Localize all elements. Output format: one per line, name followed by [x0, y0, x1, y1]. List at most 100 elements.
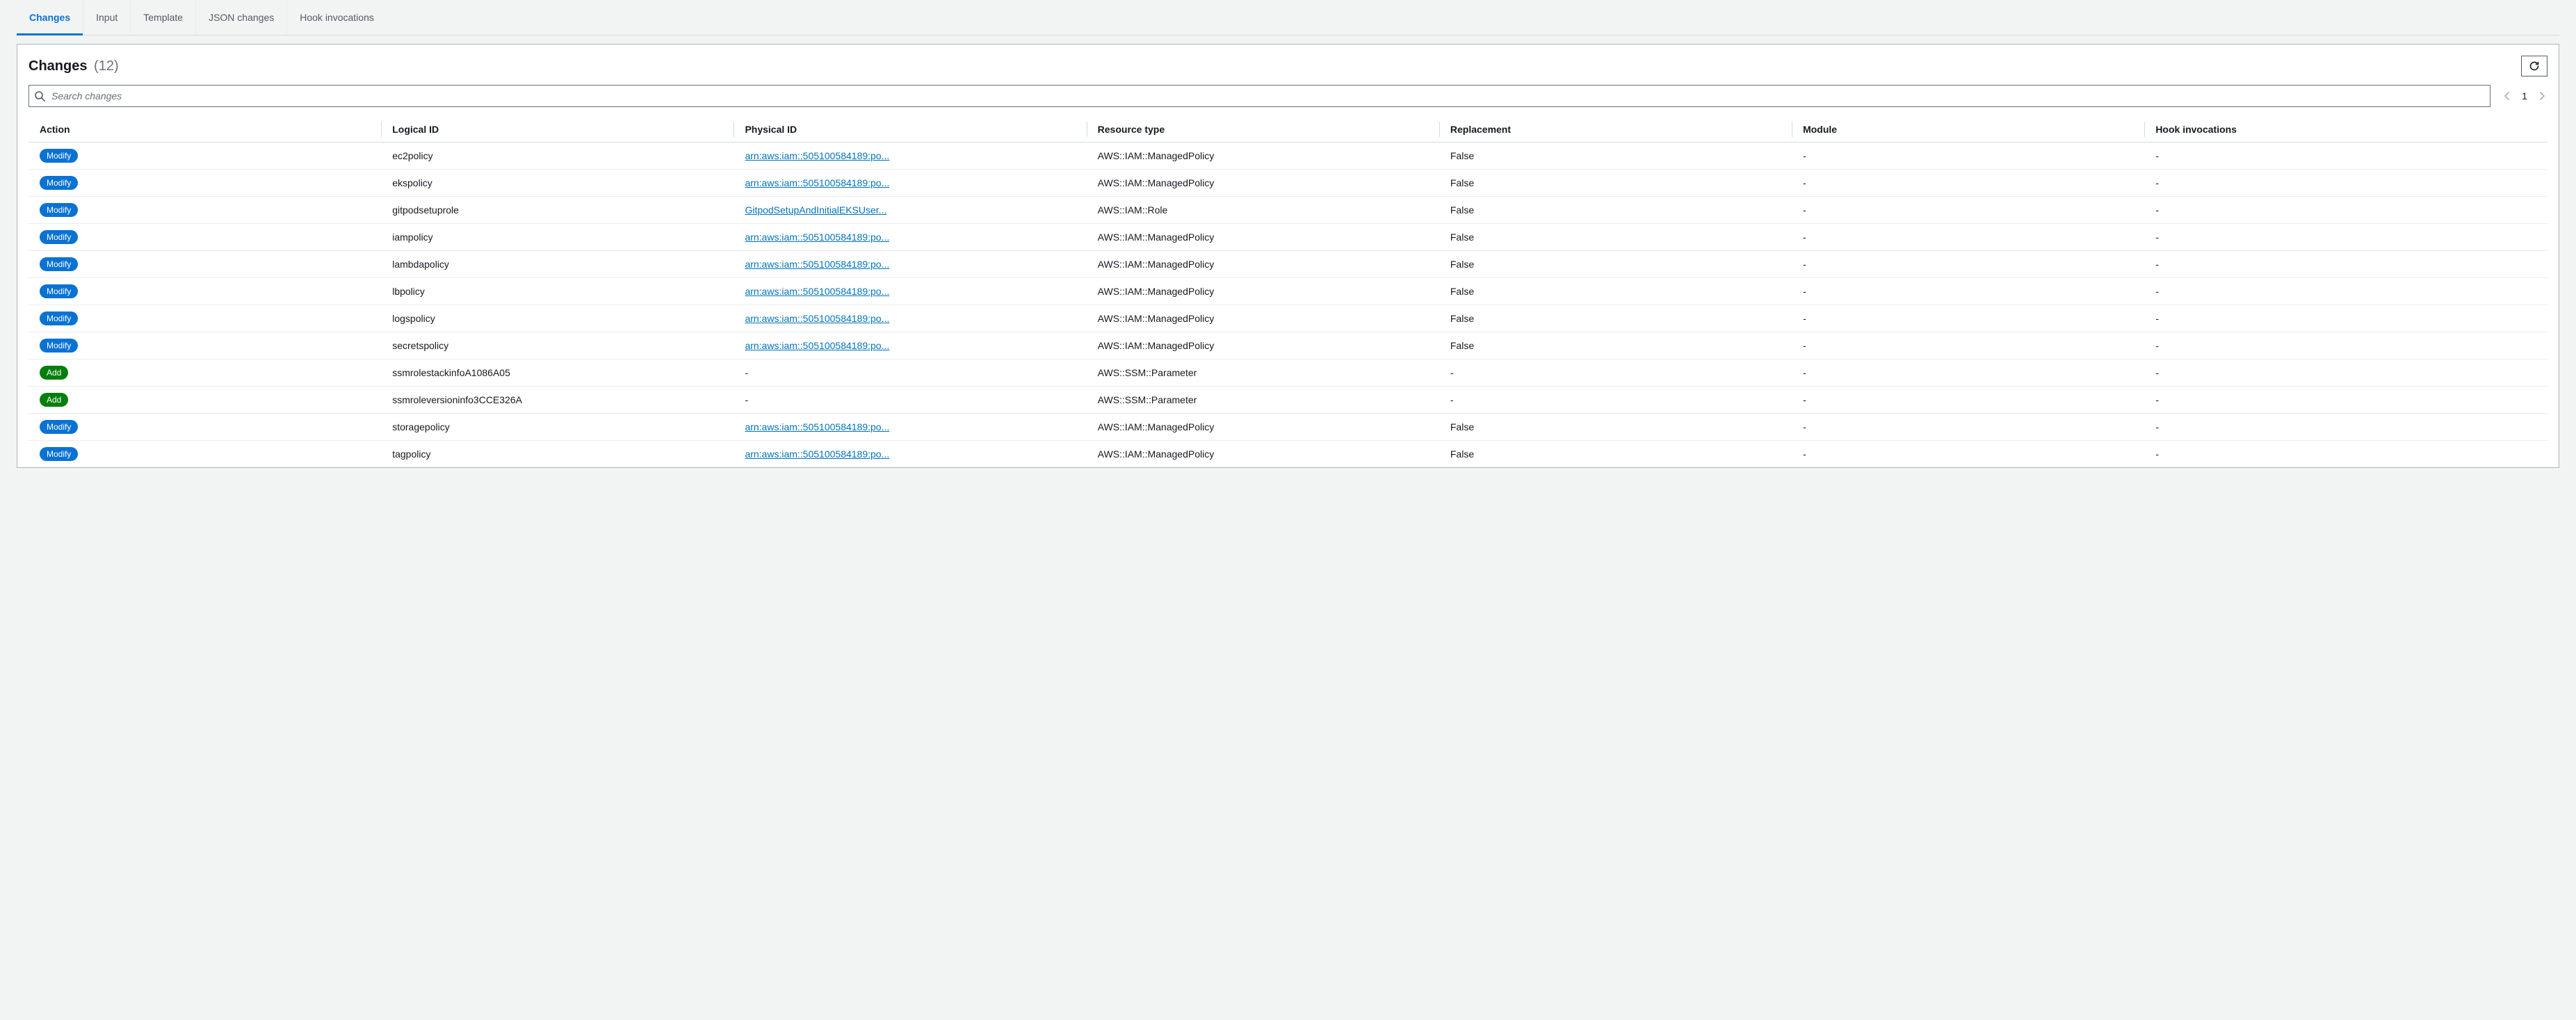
cell-module: - — [1792, 170, 2144, 197]
tab-hook-invocations[interactable]: Hook invocations — [287, 0, 387, 35]
cell-hook-invocations: - — [2144, 414, 2547, 441]
action-badge-modify: Modify — [40, 257, 78, 271]
cell-logical-id: logspolicy — [381, 305, 734, 332]
table-row: Addssmroleversioninfo3CCE326A-AWS::SSM::… — [29, 387, 2547, 414]
tab-input[interactable]: Input — [83, 0, 131, 35]
cell-resource-type: AWS::IAM::Role — [1087, 197, 1439, 224]
panel-title-text: Changes — [29, 58, 87, 74]
col-module[interactable]: Module — [1792, 117, 2144, 143]
action-badge-modify: Modify — [40, 203, 78, 217]
changes-panel: Changes (12) — [17, 44, 2559, 468]
chevron-right-icon[interactable] — [2536, 90, 2547, 102]
pagination: 1 — [2502, 90, 2547, 102]
action-badge-add: Add — [40, 366, 68, 380]
cell-logical-id: gitpodsetuprole — [381, 197, 734, 224]
action-badge-modify: Modify — [40, 176, 78, 190]
refresh-button[interactable] — [2521, 56, 2547, 76]
tab-label: Changes — [29, 12, 70, 23]
cell-module: - — [1792, 441, 2144, 468]
search-icon — [34, 90, 45, 102]
physical-id-link[interactable]: arn:aws:iam::505100584189:po... — [745, 313, 889, 324]
cell-physical-id: arn:aws:iam::505100584189:po... — [734, 332, 1086, 359]
tab-label: Hook invocations — [300, 12, 374, 23]
table-row: AddssmrolestackinfoA1086A05-AWS::SSM::Pa… — [29, 359, 2547, 387]
cell-resource-type: AWS::IAM::ManagedPolicy — [1087, 414, 1439, 441]
cell-replacement: False — [1439, 251, 1792, 278]
table-header-row: Action Logical ID Physical ID Resource t… — [29, 117, 2547, 143]
cell-action: Modify — [29, 143, 381, 170]
action-badge-modify: Modify — [40, 420, 78, 434]
col-replacement[interactable]: Replacement — [1439, 117, 1792, 143]
cell-hook-invocations: - — [2144, 387, 2547, 414]
cell-physical-id: arn:aws:iam::505100584189:po... — [734, 278, 1086, 305]
cell-module: - — [1792, 224, 2144, 251]
cell-logical-id: lambdapolicy — [381, 251, 734, 278]
cell-hook-invocations: - — [2144, 143, 2547, 170]
cell-resource-type: AWS::IAM::ManagedPolicy — [1087, 332, 1439, 359]
cell-module: - — [1792, 414, 2144, 441]
cell-resource-type: AWS::IAM::ManagedPolicy — [1087, 224, 1439, 251]
cell-replacement: False — [1439, 143, 1792, 170]
cell-action: Modify — [29, 332, 381, 359]
action-badge-modify: Modify — [40, 149, 78, 163]
physical-id-link[interactable]: arn:aws:iam::505100584189:po... — [745, 448, 889, 460]
col-action[interactable]: Action — [29, 117, 381, 143]
cell-hook-invocations: - — [2144, 278, 2547, 305]
col-logical-id[interactable]: Logical ID — [381, 117, 734, 143]
cell-logical-id: lbpolicy — [381, 278, 734, 305]
physical-id-link[interactable]: arn:aws:iam::505100584189:po... — [745, 286, 889, 297]
cell-logical-id: ssmrolestackinfoA1086A05 — [381, 359, 734, 387]
col-hook-invocations[interactable]: Hook invocations — [2144, 117, 2547, 143]
col-physical-id[interactable]: Physical ID — [734, 117, 1086, 143]
refresh-icon — [2529, 60, 2540, 72]
cell-physical-id: arn:aws:iam::505100584189:po... — [734, 441, 1086, 468]
physical-id-link[interactable]: arn:aws:iam::505100584189:po... — [745, 340, 889, 351]
table-row: Modifystoragepolicyarn:aws:iam::50510058… — [29, 414, 2547, 441]
cell-module: - — [1792, 197, 2144, 224]
cell-physical-id: arn:aws:iam::505100584189:po... — [734, 305, 1086, 332]
cell-action: Modify — [29, 278, 381, 305]
cell-replacement: False — [1439, 305, 1792, 332]
chevron-left-icon[interactable] — [2502, 90, 2513, 102]
cell-physical-id: arn:aws:iam::505100584189:po... — [734, 251, 1086, 278]
cell-replacement: False — [1439, 197, 1792, 224]
cell-action: Modify — [29, 305, 381, 332]
table-row: Modifylbpolicy arn:aws:iam::505100584189:… — [29, 278, 2547, 305]
physical-id-link[interactable]: arn:aws:iam::505100584189:po... — [745, 150, 889, 161]
action-badge-modify: Modify — [40, 339, 78, 353]
cell-logical-id: ec2policy — [381, 143, 734, 170]
cell-resource-type: AWS::IAM::ManagedPolicy — [1087, 170, 1439, 197]
cell-physical-id: arn:aws:iam::505100584189:po... — [734, 414, 1086, 441]
cell-logical-id: secretspolicy — [381, 332, 734, 359]
cell-resource-type: AWS::IAM::ManagedPolicy — [1087, 305, 1439, 332]
cell-replacement: False — [1439, 332, 1792, 359]
cell-logical-id: ekspolicy — [381, 170, 734, 197]
physical-id-link[interactable]: arn:aws:iam::505100584189:po... — [745, 232, 889, 243]
cell-action: Modify — [29, 251, 381, 278]
action-badge-modify: Modify — [40, 311, 78, 325]
col-resource-type[interactable]: Resource type — [1087, 117, 1439, 143]
cell-physical-id: - — [734, 359, 1086, 387]
search-input[interactable] — [29, 85, 2490, 107]
panel-title-count: (12) — [94, 58, 119, 74]
table-row: Modify logspolicy arn:aws:iam::50510058418… — [29, 305, 2547, 332]
physical-id-link[interactable]: arn:aws:iam::505100584189:po... — [745, 177, 889, 188]
tab-template[interactable]: Template — [131, 0, 196, 35]
action-badge-modify: Modify — [40, 230, 78, 244]
page-number: 1 — [2521, 90, 2528, 102]
tab-changes[interactable]: Changes — [17, 0, 83, 35]
cell-hook-invocations: - — [2144, 251, 2547, 278]
tab-json-changes[interactable]: JSON changes — [196, 0, 287, 35]
cell-hook-invocations: - — [2144, 441, 2547, 468]
cell-module: - — [1792, 143, 2144, 170]
cell-replacement: False — [1439, 441, 1792, 468]
cell-action: Modify — [29, 414, 381, 441]
cell-logical-id: tagpolicy — [381, 441, 734, 468]
cell-replacement: False — [1439, 414, 1792, 441]
table-row: Modify gitpodsetuprole GitpodSetupAndIniti… — [29, 197, 2547, 224]
physical-id-link[interactable]: GitpodSetupAndInitialEKSUser... — [745, 204, 886, 216]
physical-id-link[interactable]: arn:aws:iam::505100584189:po... — [745, 421, 889, 432]
physical-id-link[interactable]: arn:aws:iam::505100584189:po... — [745, 259, 889, 270]
cell-resource-type: AWS::IAM::ManagedPolicy — [1087, 278, 1439, 305]
cell-action: Modify — [29, 441, 381, 468]
